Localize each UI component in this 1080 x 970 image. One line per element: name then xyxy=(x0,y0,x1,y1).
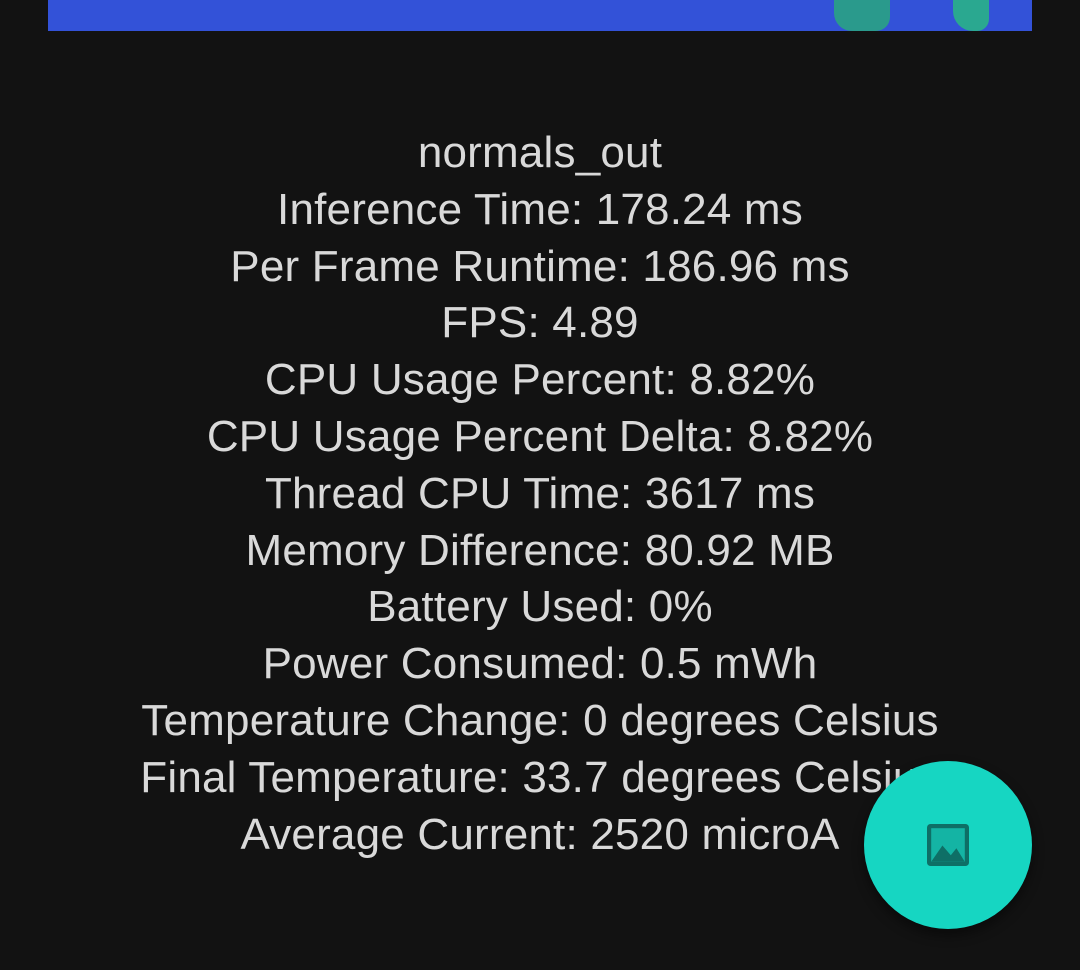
benchmark-results: normals_out Inference Time: 178.24 ms Pe… xyxy=(0,125,1080,863)
image-icon xyxy=(927,824,969,866)
inference-time: Inference Time: 178.24 ms xyxy=(277,184,803,234)
screen: normals_out Inference Time: 178.24 ms Pe… xyxy=(0,0,1080,970)
fps: FPS: 4.89 xyxy=(441,298,639,348)
per-frame-runtime: Per Frame Runtime: 186.96 ms xyxy=(230,241,850,291)
output-image-region xyxy=(834,0,890,31)
temperature-change: Temperature Change: 0 degrees Celsius xyxy=(141,695,939,745)
model-name: normals_out xyxy=(417,128,663,177)
thread-cpu-time: Thread CPU Time: 3617 ms xyxy=(264,468,816,518)
output-image xyxy=(48,0,1032,31)
output-image-region xyxy=(953,0,989,31)
power-consumed: Power Consumed: 0.5 mWh xyxy=(262,639,818,689)
memory-difference: Memory Difference: 80.92 MB xyxy=(245,525,835,575)
battery-used: Battery Used: 0% xyxy=(367,582,713,632)
pick-image-button[interactable] xyxy=(864,761,1032,929)
cpu-usage-percent-delta: CPU Usage Percent Delta: 8.82% xyxy=(206,411,874,461)
cpu-usage-percent: CPU Usage Percent: 8.82% xyxy=(264,355,816,405)
